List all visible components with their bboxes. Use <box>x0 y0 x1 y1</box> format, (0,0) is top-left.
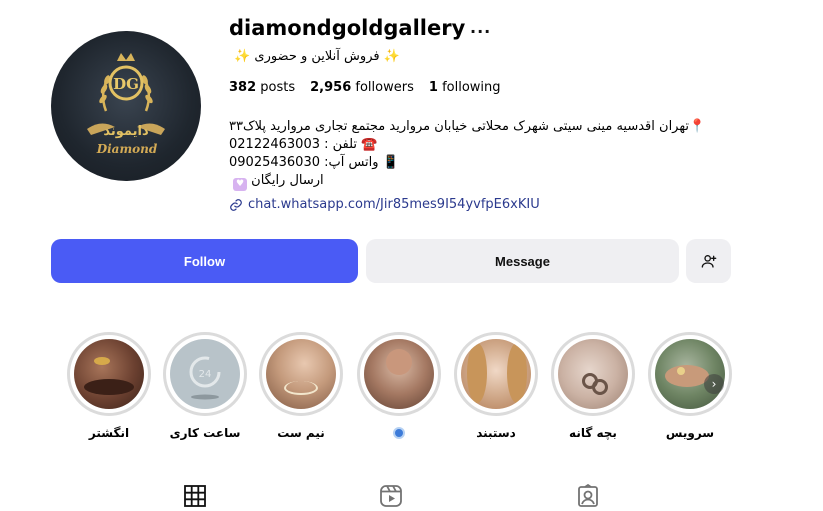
blue-dot-icon <box>393 427 405 439</box>
highlight-working-hours[interactable]: 24 ساعت کاری <box>163 332 247 440</box>
link-icon <box>230 198 242 211</box>
svg-text:دایموند: دایموند <box>103 124 149 139</box>
profile-bio: 📍تهران اقدسیه مینی سیتی شهرک محلاتی خیاب… <box>229 118 734 191</box>
highlight-label: سرویس <box>665 426 715 440</box>
subtitle-text: فروش آنلاین و حضوری <box>254 49 380 64</box>
highlight-label: انگشتر <box>88 426 130 440</box>
profile-avatar[interactable]: DG دایموند Diamond <box>51 31 201 181</box>
highlight-label: ساعت کاری <box>169 426 241 440</box>
svg-text:Diamond: Diamond <box>96 142 158 156</box>
highlight-bracelet[interactable]: دستبند <box>454 332 538 440</box>
highlight-half-set[interactable]: نیم ست <box>259 332 343 440</box>
highlight-rings[interactable]: انگشتر <box>67 332 151 440</box>
profile-stats: 382 posts 2,956 followers 1 following <box>229 80 501 95</box>
svg-text:24: 24 <box>199 369 212 380</box>
suggest-user-button[interactable] <box>686 239 731 283</box>
tagged-icon[interactable] <box>576 484 600 508</box>
add-user-icon <box>701 254 716 268</box>
highlight-label: دستبند <box>476 426 516 440</box>
highlight-label: بچه گانه <box>569 426 617 440</box>
bio-phone: 02122463003 : تلفن ☎️ <box>229 137 378 152</box>
highlight-kids[interactable]: بچه گانه <box>551 332 635 440</box>
grid-icon[interactable] <box>183 484 207 508</box>
profile-username: diamondgoldgallery <box>229 16 466 40</box>
purple-heart-icon: ♥ <box>233 178 247 191</box>
avatar-logo: DG دایموند Diamond <box>87 53 165 156</box>
message-button[interactable]: Message <box>366 239 679 283</box>
bio-link[interactable]: chat.whatsapp.com/Jir85mes9I54yvfpE6xKIU <box>229 197 540 212</box>
more-icon[interactable]: ··· <box>470 22 491 41</box>
posts-stat: 382 posts <box>229 80 296 95</box>
reels-icon[interactable] <box>379 484 403 508</box>
sparkle-icon: ✨ <box>234 49 251 64</box>
following-stat[interactable]: 1 following <box>429 80 501 95</box>
sparkle-icon: ✨ <box>383 49 400 64</box>
followers-stat[interactable]: 2,956 followers <box>310 80 414 95</box>
clock-icon: 24 <box>189 356 221 400</box>
bio-shipping: ♥ ارسال رایگان <box>229 172 734 191</box>
bio-whatsapp: 09025436030 :واتس آپ 📱 <box>229 155 399 170</box>
chevron-right-icon[interactable]: › <box>704 374 724 394</box>
follow-button[interactable]: Follow <box>51 239 358 283</box>
highlight-label <box>357 426 441 442</box>
bio-link-text: chat.whatsapp.com/Jir85mes9I54yvfpE6xKIU <box>248 197 540 212</box>
bio-address: 📍تهران اقدسیه مینی سیتی شهرک محلاتی خیاب… <box>229 119 706 134</box>
profile-subtitle: ✨ فروش آنلاین و حضوری ✨ <box>231 49 403 64</box>
highlight-label: نیم ست <box>277 426 325 440</box>
highlight-untitled[interactable] <box>357 332 441 442</box>
svg-text:DG: DG <box>113 75 139 93</box>
